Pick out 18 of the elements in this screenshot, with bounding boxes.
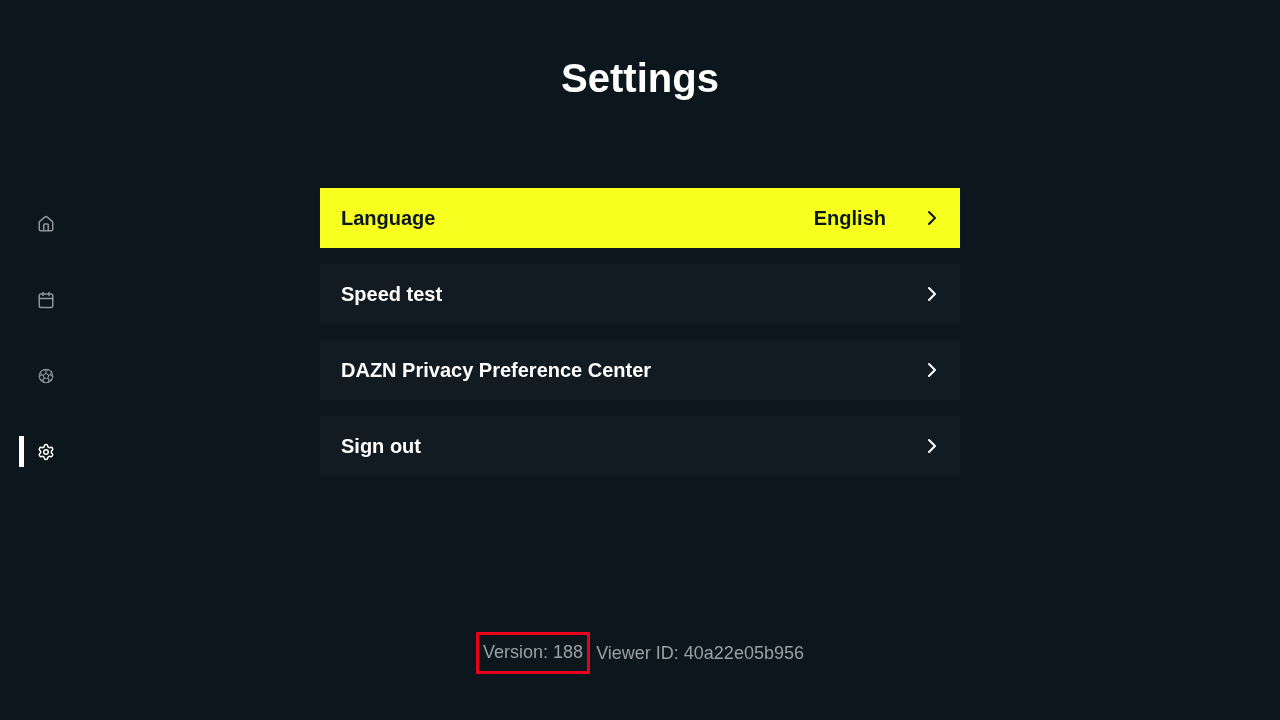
sidebar-item[interactable]	[19, 436, 55, 467]
row-label: Speed test	[341, 282, 443, 307]
page-title: Settings	[561, 55, 719, 102]
footer-text: Version: 188	[483, 642, 584, 662]
row-label: DAZN Privacy Preference Center	[341, 358, 652, 383]
home-icon	[37, 214, 55, 233]
footer-text: Viewer ID: 40a22e05b956	[596, 643, 804, 663]
settings-row[interactable]: Speed test	[320, 264, 960, 324]
row-value: English	[813, 206, 886, 231]
row-label: Sign out	[341, 434, 421, 459]
settings-row[interactable]: Sign out	[320, 416, 960, 476]
calendar-icon	[37, 290, 55, 309]
selection-bar	[19, 436, 24, 467]
settings-row[interactable]: DAZN Privacy Preference Center	[320, 340, 960, 400]
row-label: Language	[341, 206, 436, 231]
settings-icon	[37, 442, 55, 461]
settings-row[interactable]: Language English	[320, 188, 960, 248]
soccer-ball-icon	[37, 366, 55, 385]
